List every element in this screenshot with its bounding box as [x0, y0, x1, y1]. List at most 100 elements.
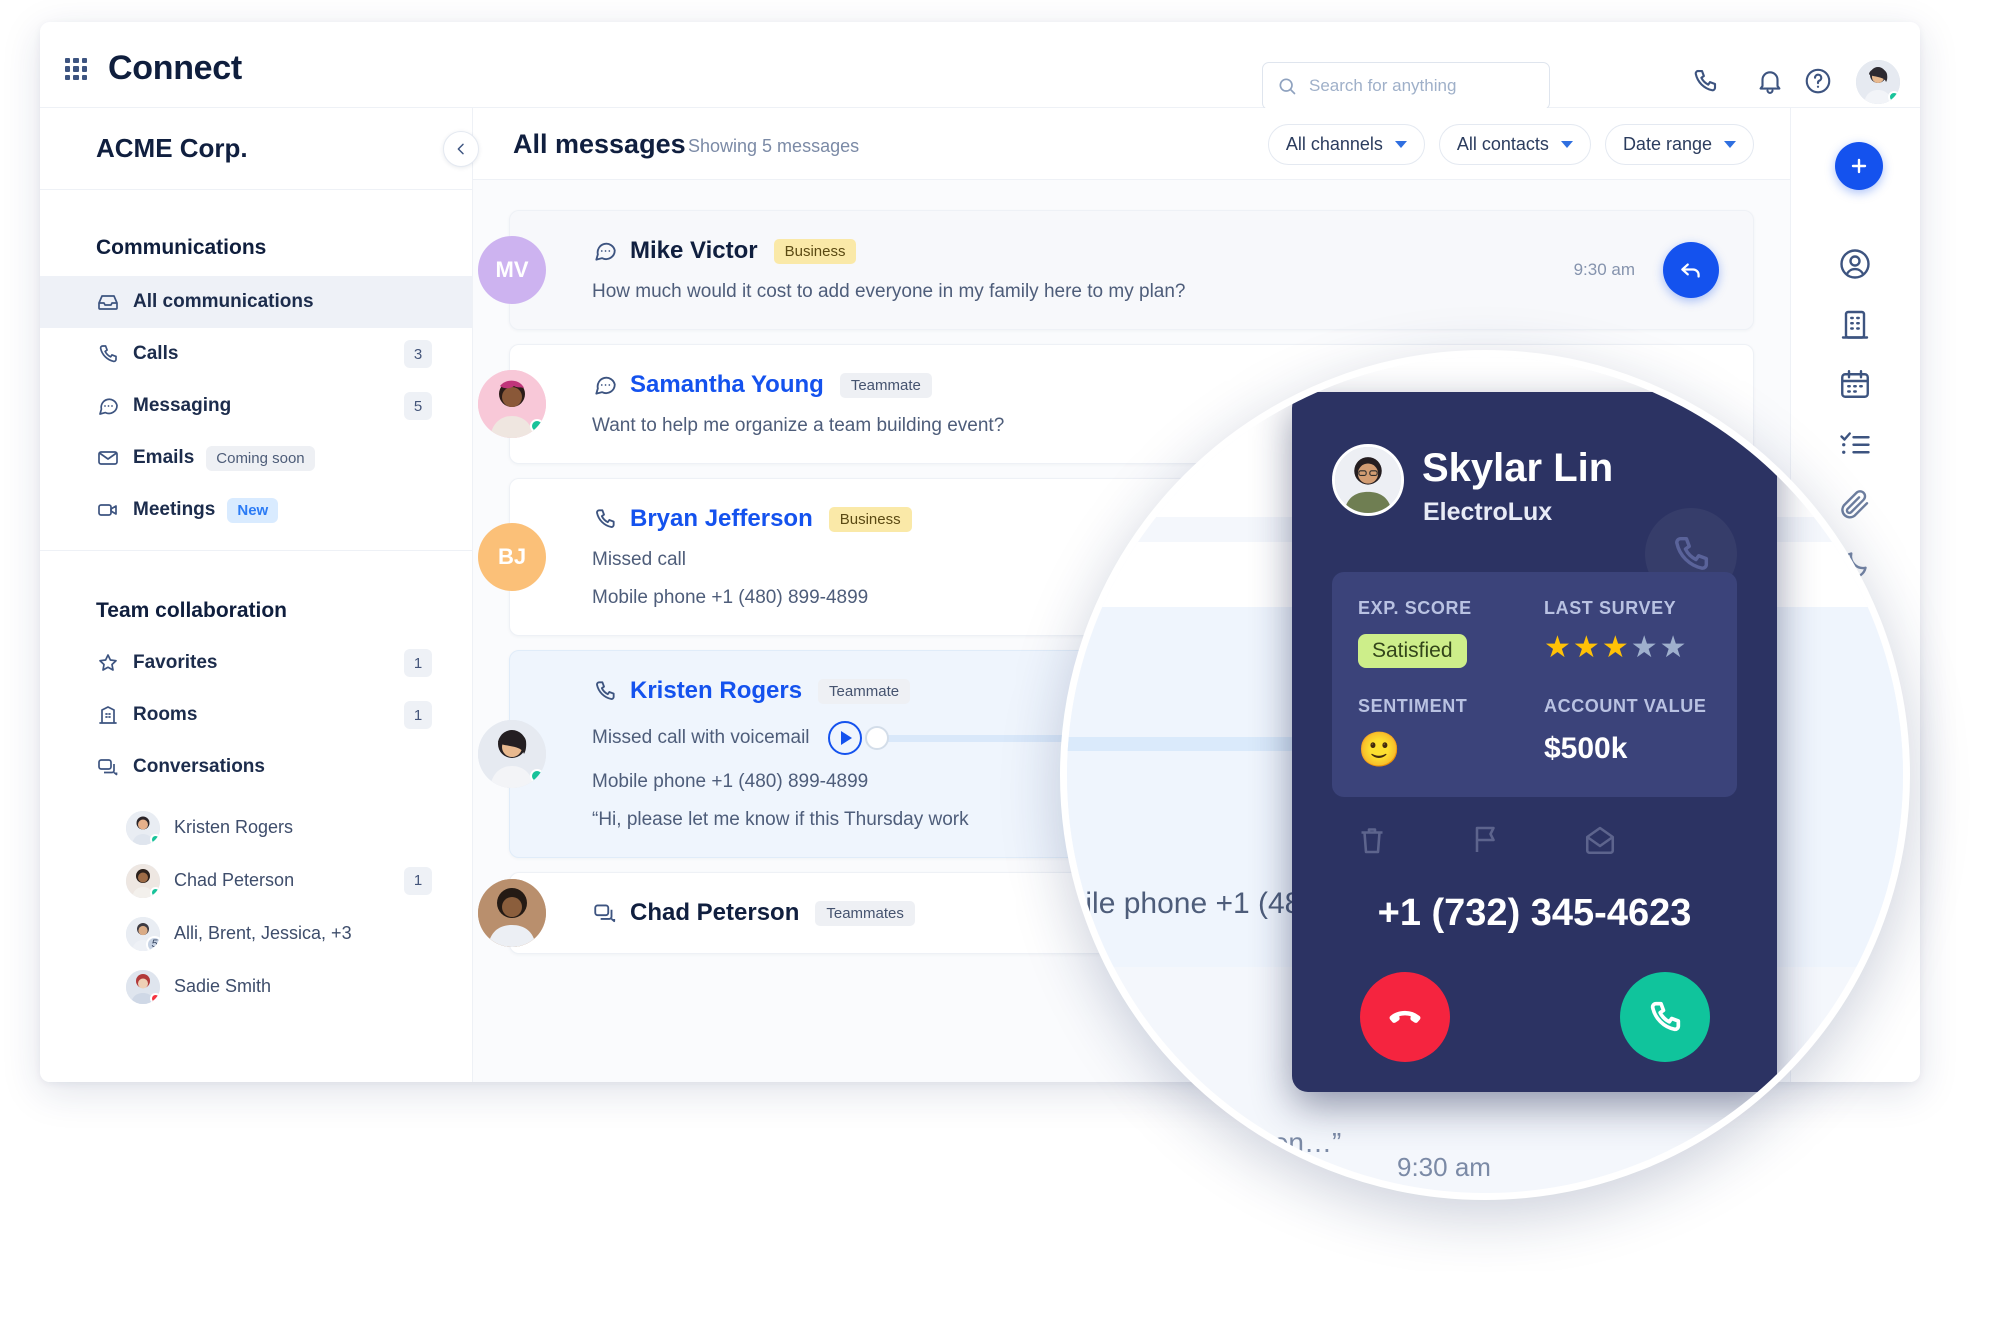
sidebar-item-calls[interactable]: Calls 3	[40, 328, 472, 380]
status-dot	[150, 833, 160, 845]
group-count-badge: 5	[146, 935, 160, 951]
conversation-name: Chad Peterson	[174, 870, 295, 890]
chat-bubble-icon	[595, 376, 616, 395]
user-avatar[interactable]	[1856, 60, 1900, 104]
building-icon	[99, 706, 117, 724]
flag-icon[interactable]	[1468, 822, 1504, 858]
add-button[interactable]	[1835, 142, 1883, 190]
stat-label-last-survey: LAST SURVEY	[1544, 598, 1677, 618]
sidebar-item-rooms[interactable]: Rooms 1	[40, 689, 472, 741]
sidebar-item-messaging[interactable]: Messaging 5	[40, 380, 472, 432]
status-badge: Teammate	[839, 372, 932, 398]
accept-call-button[interactable]	[1620, 972, 1710, 1062]
org-row: ACME Corp.	[40, 108, 472, 190]
chevron-down-icon	[1394, 141, 1407, 148]
sidebar-item-label: Rooms	[133, 704, 198, 725]
screenshot-root: Connect Search for anything ACME Corp. C…	[0, 0, 2000, 1325]
sidebar-item-label: Conversations	[133, 756, 265, 777]
sidebar-item-favorites[interactable]: Favorites 1	[40, 637, 472, 689]
decline-call-button[interactable]	[1360, 972, 1450, 1062]
stat-label-exp-score: EXP. SCORE	[1358, 598, 1472, 618]
collapse-sidebar-button[interactable]	[443, 131, 479, 167]
apps-grid-icon[interactable]	[65, 58, 87, 80]
table-row[interactable]: MV Mike Victor Business How much would i…	[478, 210, 1754, 330]
filter-all-contacts[interactable]: All contacts	[1438, 124, 1591, 165]
avatar-initials: MV	[495, 257, 529, 282]
new-badge: New	[227, 497, 279, 523]
scrubber-handle[interactable]	[864, 725, 889, 750]
status-badge: Business	[828, 506, 912, 532]
sidebar-item-conversations[interactable]: Conversations	[40, 741, 472, 793]
phone-icon[interactable]	[1690, 66, 1720, 96]
sidebar-item-emails[interactable]: Emails Coming soon	[40, 432, 472, 484]
conversation-item-chad-peterson[interactable]: Chad Peterson 1	[40, 854, 472, 907]
contact-name[interactable]: Mike Victor	[630, 237, 758, 265]
help-icon[interactable]	[1803, 66, 1833, 96]
star-icon: ★	[1630, 631, 1660, 664]
count-badge: 1	[404, 649, 432, 677]
inbox-icon	[98, 295, 118, 310]
conversation-name: Alli, Brent, Jessica, +3	[174, 923, 352, 943]
envelope-icon	[98, 451, 118, 465]
contact-name[interactable]: Chad Peterson	[630, 899, 799, 927]
contact-name[interactable]: Samantha Young	[630, 371, 824, 399]
filter-date-range[interactable]: Date range	[1604, 124, 1754, 165]
status-dot	[530, 769, 544, 783]
conversations-icon	[98, 759, 118, 776]
phone-icon	[596, 681, 615, 700]
sentiment-emoji: 🙂	[1358, 731, 1401, 769]
conversation-item-kristen-rogers[interactable]: Kristen Rogers	[40, 801, 472, 854]
magnified-scrubber	[1067, 737, 1297, 751]
chevron-down-icon	[1724, 141, 1736, 148]
app-title: Connect	[108, 49, 242, 87]
count-badge: 1	[404, 701, 432, 729]
avatar: MV	[478, 236, 546, 304]
star-icon: ★	[1601, 631, 1631, 664]
trash-icon[interactable]	[1354, 822, 1390, 858]
section-title-team-collaboration: Team collaboration	[96, 599, 287, 622]
caller-name: Skylar Lin	[1422, 446, 1614, 490]
avatar-photo	[478, 879, 546, 947]
section-title-communications: Communications	[96, 236, 267, 259]
contact-name[interactable]: Kristen Rogers	[630, 677, 802, 705]
mail-icon[interactable]	[1582, 822, 1618, 858]
results-count: Showing 5 messages	[688, 136, 860, 156]
search-icon	[1279, 78, 1296, 95]
sidebar-item-label: Meetings	[133, 499, 216, 520]
conversation-item-group[interactable]: 5 Alli, Brent, Jessica, +3	[40, 907, 472, 960]
top-bar: Connect	[40, 22, 1920, 110]
avatar-photo	[1335, 447, 1401, 513]
play-voicemail-button[interactable]	[827, 721, 862, 755]
magnified-quote-tail: or us when…”	[1167, 1127, 1342, 1158]
avatar	[478, 720, 546, 788]
coming-soon-badge: Coming soon	[206, 445, 315, 471]
phone-icon	[1650, 1001, 1681, 1032]
caller-organization: ElectroLux	[1423, 498, 1553, 526]
magnifier-lens: 9:30 am 15 sec Mobile phone +1 (480) 899…	[1060, 350, 1910, 1200]
conversation-name: Kristen Rogers	[174, 817, 294, 837]
conversation-name: Sadie Smith	[174, 976, 272, 996]
contact-icon[interactable]	[1837, 246, 1873, 282]
exp-score-value: Satisfied	[1358, 634, 1467, 668]
contact-name[interactable]: Bryan Jefferson	[630, 505, 813, 533]
star-icon: ★	[1659, 631, 1689, 664]
timestamp: 9:30 am	[1573, 260, 1635, 279]
sidebar-item-label: Messaging	[133, 395, 232, 416]
filter-all-channels[interactable]: All channels	[1267, 124, 1425, 165]
reply-button[interactable]	[1663, 242, 1719, 298]
building-icon[interactable]	[1837, 306, 1873, 342]
avatar	[126, 863, 160, 898]
sidebar-item-label: Emails	[133, 447, 195, 468]
bell-icon[interactable]	[1755, 66, 1785, 96]
search-input[interactable]	[1309, 63, 1547, 109]
search-box[interactable]	[1262, 62, 1550, 110]
status-badge: Business	[773, 238, 857, 264]
star-icon	[99, 654, 117, 671]
main-header: All messages Showing 5 messages All chan…	[473, 108, 1790, 180]
sidebar-item-all-communications[interactable]: All communications	[40, 276, 472, 328]
conversations-icon	[594, 904, 616, 923]
conversation-item-sadie-smith[interactable]: Sadie Smith	[40, 960, 472, 1013]
page-title: All messages	[513, 129, 686, 159]
sidebar-item-meetings[interactable]: Meetings New	[40, 484, 472, 536]
phone-icon	[596, 509, 615, 528]
